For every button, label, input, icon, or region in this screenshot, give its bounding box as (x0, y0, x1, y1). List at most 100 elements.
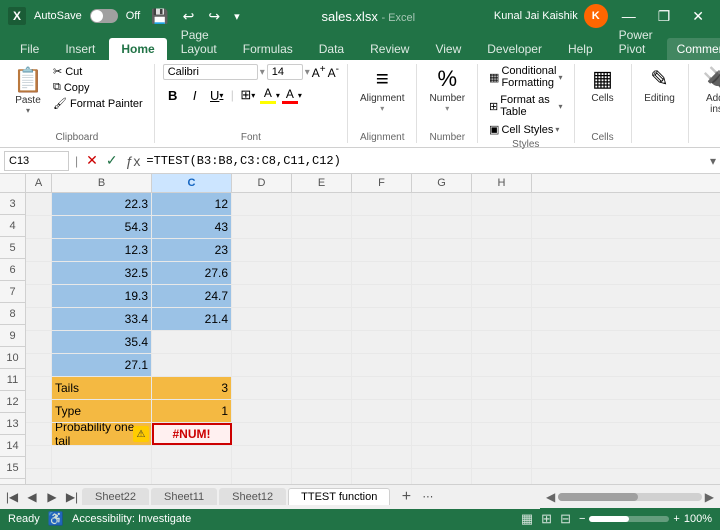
cell-e11[interactable] (292, 377, 352, 399)
zoom-slider[interactable] (589, 516, 669, 522)
cell-d15[interactable] (232, 469, 292, 484)
cell-h7[interactable] (472, 285, 532, 307)
cell-c11[interactable]: 3 (152, 377, 232, 399)
tab-view[interactable]: View (423, 38, 473, 60)
cell-b3[interactable]: 22.3 (52, 193, 152, 215)
cut-button[interactable]: ✂Cut (50, 64, 146, 79)
hscroll-right-button[interactable]: ▶ (705, 490, 714, 504)
add-sheet-button[interactable]: + (396, 487, 416, 507)
confirm-icon[interactable]: ✓ (104, 152, 120, 169)
cancel-icon[interactable]: ✕ (84, 152, 100, 169)
cell-c5[interactable]: 23 (152, 239, 232, 261)
cell-g6[interactable] (412, 262, 472, 284)
cell-c8[interactable]: 21.4 (152, 308, 232, 330)
alignment-button[interactable]: ≡ Alignment ▾ (356, 64, 408, 115)
cell-e8[interactable] (292, 308, 352, 330)
cell-d13[interactable] (232, 423, 292, 445)
cell-f11[interactable] (352, 377, 412, 399)
font-color-button[interactable]: A ▾ (282, 85, 302, 105)
cell-a11[interactable] (26, 377, 52, 399)
autosave-toggle[interactable] (90, 9, 118, 23)
cell-a7[interactable] (26, 285, 52, 307)
cell-b6[interactable]: 32.5 (52, 262, 152, 284)
cell-b5[interactable]: 12.3 (52, 239, 152, 261)
tab-help[interactable]: Help (556, 38, 605, 60)
cell-f4[interactable] (352, 216, 412, 238)
cell-e3[interactable] (292, 193, 352, 215)
cell-d12[interactable] (232, 400, 292, 422)
cell-c9[interactable] (152, 331, 232, 353)
tab-formulas[interactable]: Formulas (231, 38, 305, 60)
cell-f7[interactable] (352, 285, 412, 307)
user-name[interactable]: Kunal Jai Kaishik (494, 10, 578, 22)
cell-a15[interactable] (26, 469, 52, 484)
cell-e7[interactable] (292, 285, 352, 307)
cell-e13[interactable] (292, 423, 352, 445)
font-size-selector[interactable]: 14 (267, 64, 303, 80)
cell-e15[interactable] (292, 469, 352, 484)
sheet-tab-ttest[interactable]: TTEST function (288, 488, 390, 505)
cell-f6[interactable] (352, 262, 412, 284)
cell-a10[interactable] (26, 354, 52, 376)
cell-e14[interactable] (292, 446, 352, 468)
cell-g10[interactable] (412, 354, 472, 376)
cell-a6[interactable] (26, 262, 52, 284)
cell-b11[interactable]: Tails (52, 377, 152, 399)
name-box[interactable]: C13 (4, 151, 69, 171)
cell-f12[interactable] (352, 400, 412, 422)
increase-font-button[interactable]: A+ (312, 64, 326, 80)
cell-h15[interactable] (472, 469, 532, 484)
formula-input[interactable] (146, 154, 706, 168)
formula-expand-button[interactable]: ▾ (710, 154, 716, 168)
col-header-f[interactable]: F (352, 174, 412, 192)
cell-g12[interactable] (412, 400, 472, 422)
cell-h14[interactable] (472, 446, 532, 468)
row-header-9[interactable]: 9 (0, 325, 25, 347)
cell-a14[interactable] (26, 446, 52, 468)
cell-c6[interactable]: 27.6 (152, 262, 232, 284)
cell-h13[interactable] (472, 423, 532, 445)
cell-f14[interactable] (352, 446, 412, 468)
zoom-out-icon[interactable]: − (579, 513, 585, 525)
italic-button[interactable]: I (185, 85, 205, 105)
user-avatar[interactable]: K (584, 4, 608, 28)
cell-g5[interactable] (412, 239, 472, 261)
row-header-3[interactable]: 3 (0, 193, 25, 215)
cell-a9[interactable] (26, 331, 52, 353)
sheet-nav-first[interactable]: |◀ (2, 487, 22, 507)
cell-d7[interactable] (232, 285, 292, 307)
cell-d11[interactable] (232, 377, 292, 399)
cell-c13[interactable]: #NUM! (152, 423, 232, 445)
col-header-e[interactable]: E (292, 174, 352, 192)
editing-button[interactable]: ✎ Editing (640, 64, 680, 106)
cell-a8[interactable] (26, 308, 52, 330)
cell-b14[interactable] (52, 446, 152, 468)
save-icon[interactable]: 💾 (148, 6, 171, 27)
row-header-7[interactable]: 7 (0, 281, 25, 303)
paste-button[interactable]: 📋 Paste ▾ (8, 64, 48, 117)
sheet-tab-sheet22[interactable]: Sheet22 (82, 488, 149, 505)
cell-g13[interactable] (412, 423, 472, 445)
insert-function-icon[interactable]: ƒx (124, 153, 143, 169)
cell-h4[interactable] (472, 216, 532, 238)
format-painter-button[interactable]: 🖌Format Painter (50, 96, 146, 111)
row-header-8[interactable]: 8 (0, 303, 25, 325)
cell-b4[interactable]: 54.3 (52, 216, 152, 238)
cell-b13[interactable]: Probability one tail ⚠ (52, 423, 152, 445)
tab-insert[interactable]: Insert (53, 38, 107, 60)
sheet-tab-sheet11[interactable]: Sheet11 (151, 488, 217, 505)
underline-button[interactable]: U▾ (207, 85, 227, 105)
cell-f8[interactable] (352, 308, 412, 330)
zoom-in-icon[interactable]: + (673, 513, 679, 525)
zoom-level[interactable]: 100% (684, 513, 712, 525)
col-header-b[interactable]: B (52, 174, 152, 192)
sheet-nav-next[interactable]: ▶ (42, 487, 62, 507)
cell-d8[interactable] (232, 308, 292, 330)
cell-b12[interactable]: Type (52, 400, 152, 422)
cell-f13[interactable] (352, 423, 412, 445)
sheet-tab-sheet12[interactable]: Sheet12 (219, 488, 286, 505)
cell-g14[interactable] (412, 446, 472, 468)
cell-c4[interactable]: 43 (152, 216, 232, 238)
view-layout-icon[interactable]: ⊞ (541, 511, 552, 527)
cell-a13[interactable] (26, 423, 52, 445)
